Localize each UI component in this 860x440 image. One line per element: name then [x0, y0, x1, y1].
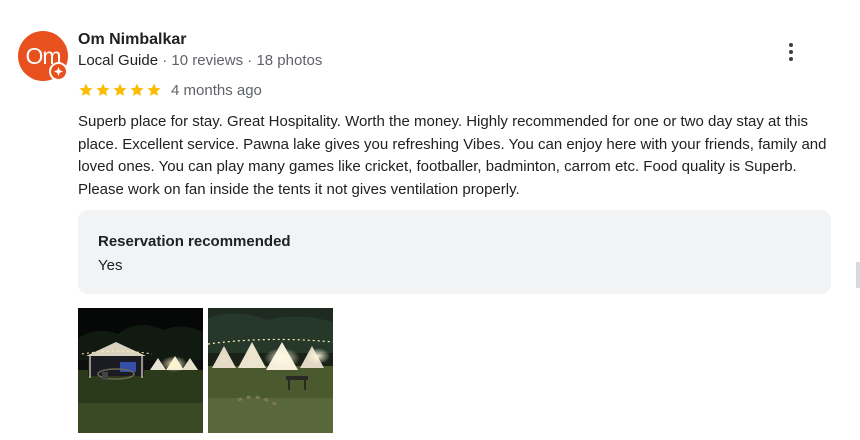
rating-row: 4 months ago — [78, 80, 262, 100]
star-icon — [147, 83, 161, 96]
reviewer-meta: Local Guide · 10 reviews · 18 photos — [78, 52, 322, 69]
local-guide-label: Local Guide — [78, 52, 159, 69]
attribute-value: Yes — [98, 257, 123, 274]
review-time: 4 months ago — [171, 81, 262, 99]
star-icon — [130, 83, 144, 96]
review-attribute-card: Reservation recommended Yes — [78, 210, 831, 294]
star-icon — [96, 83, 110, 96]
more-vert-icon[interactable] — [775, 36, 807, 68]
review-count: 10 reviews — [171, 52, 244, 69]
star-icon — [79, 83, 93, 96]
attribute-title: Reservation recommended — [98, 233, 291, 250]
review-text: Superb place for stay. Great Hospitality… — [78, 113, 827, 198]
photo-count: 18 photos — [256, 52, 323, 69]
reviewer-name[interactable]: Om Nimbalkar — [78, 31, 186, 49]
local-guide-badge-icon — [49, 62, 68, 81]
review-photo[interactable] — [78, 308, 203, 433]
scrollbar-thumb[interactable] — [856, 262, 860, 288]
meta-separator: · — [162, 52, 168, 69]
star-icon — [113, 83, 127, 96]
star-rating — [78, 82, 162, 98]
meta-separator: · — [247, 52, 253, 69]
review-photo[interactable] — [208, 308, 333, 433]
